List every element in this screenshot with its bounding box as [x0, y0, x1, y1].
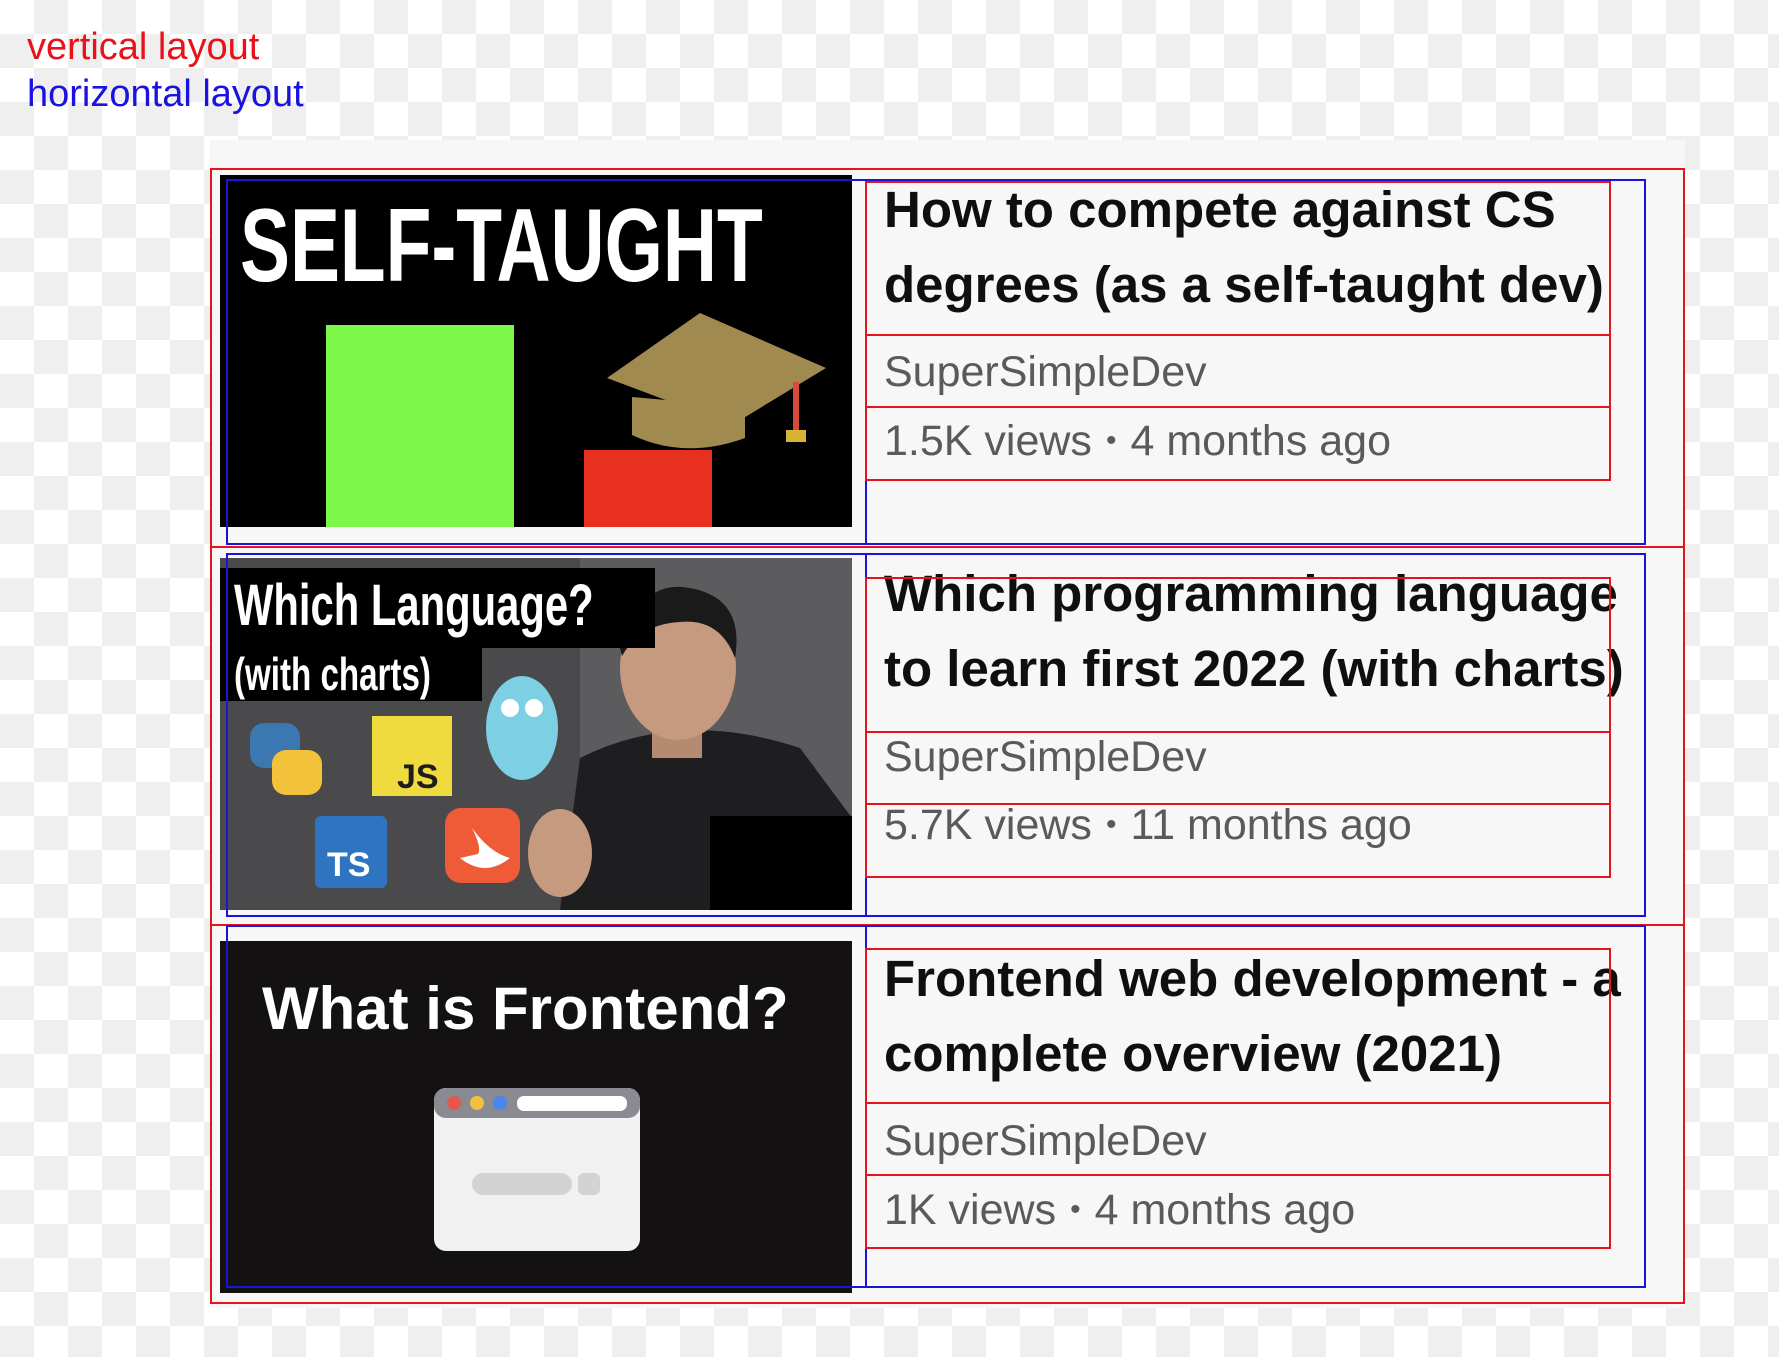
title-box: [865, 181, 1611, 336]
channel-box: [865, 1102, 1611, 1176]
thumbnail-cell: [226, 925, 867, 1288]
legend: vertical layout horizontal layout: [27, 24, 304, 118]
title-box: [865, 948, 1611, 1104]
meta-box: [865, 406, 1611, 481]
title-box: [865, 577, 1611, 733]
legend-vertical-layout: vertical layout: [27, 26, 260, 68]
thumbnail-cell: [226, 179, 867, 545]
legend-horizontal-layout: horizontal layout: [27, 73, 304, 115]
thumbnail-cell: [226, 553, 867, 917]
channel-box: [865, 731, 1611, 805]
meta-box: [865, 1174, 1611, 1249]
meta-box: [865, 803, 1611, 878]
channel-box: [865, 334, 1611, 408]
